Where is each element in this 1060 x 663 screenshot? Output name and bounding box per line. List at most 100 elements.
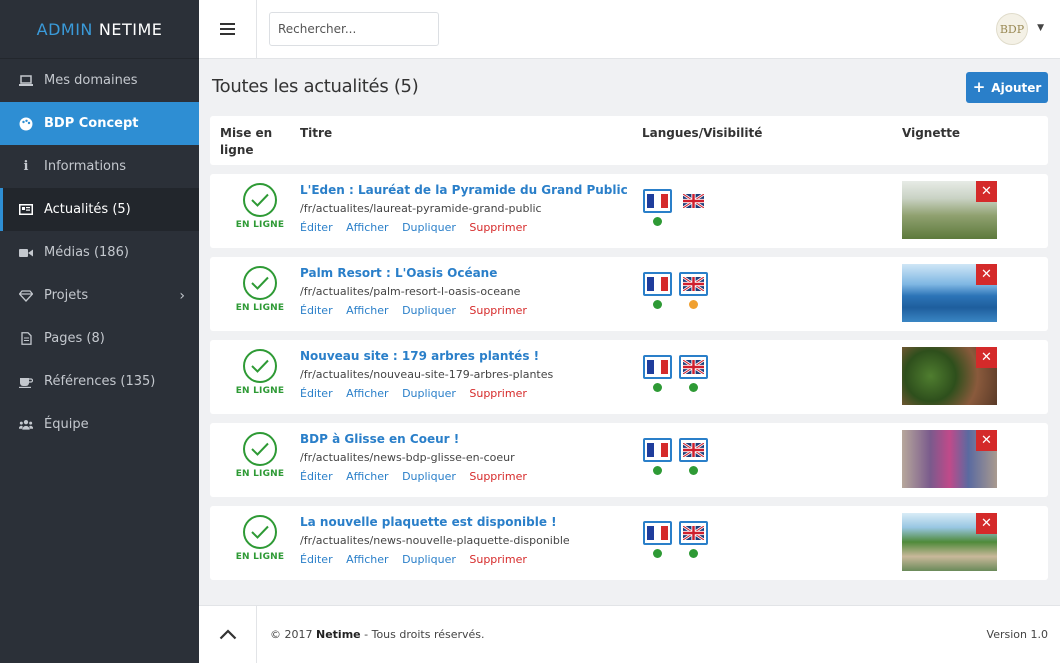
- lang-fr[interactable]: [643, 521, 672, 558]
- status-cell[interactable]: EN LIGNE: [210, 506, 310, 580]
- lang-en[interactable]: [679, 521, 708, 558]
- duplicate-link[interactable]: Dupliquer: [402, 553, 456, 566]
- flag-en-box[interactable]: [679, 272, 708, 296]
- lang-fr[interactable]: [643, 355, 672, 392]
- status-badge: EN LIGNE: [235, 303, 285, 313]
- delete-thumbnail-icon[interactable]: ✕: [976, 347, 997, 368]
- scroll-top-icon[interactable]: [199, 606, 257, 663]
- news-title-link[interactable]: Nouveau site : 179 arbres plantés !: [300, 349, 553, 363]
- language-flags: [643, 272, 708, 309]
- flag-fr-box[interactable]: [643, 521, 672, 545]
- duplicate-link[interactable]: Dupliquer: [402, 221, 456, 234]
- brand-part2: NETIME: [98, 19, 163, 39]
- delete-link[interactable]: Supprimer: [469, 553, 527, 566]
- visibility-dot-fr: [653, 466, 662, 475]
- edit-link[interactable]: Éditer: [300, 553, 333, 566]
- delete-thumbnail-icon[interactable]: ✕: [976, 181, 997, 202]
- news-path: /fr/actualites/laureat-pyramide-grand-pu…: [300, 202, 542, 215]
- check-circle-icon[interactable]: [243, 432, 277, 466]
- flag-en-box[interactable]: [679, 438, 708, 462]
- visibility-dot-fr: [653, 217, 662, 226]
- edit-link[interactable]: Éditer: [300, 304, 333, 317]
- view-link[interactable]: Afficher: [346, 387, 388, 400]
- sidebar-item-projets[interactable]: Projets ›: [0, 274, 199, 317]
- check-circle-icon[interactable]: [243, 349, 277, 383]
- check-circle-icon[interactable]: [243, 183, 277, 217]
- status-cell[interactable]: EN LIGNE: [210, 174, 310, 248]
- flag-fr-icon: [647, 194, 668, 208]
- sidebar-item-label: Équipe: [44, 417, 89, 432]
- check-circle-icon[interactable]: [243, 515, 277, 549]
- visibility-dot-fr: [653, 383, 662, 392]
- view-link[interactable]: Afficher: [346, 221, 388, 234]
- copyright-company[interactable]: Netime: [316, 628, 361, 641]
- duplicate-link[interactable]: Dupliquer: [402, 304, 456, 317]
- lang-fr[interactable]: [643, 272, 672, 309]
- search-input[interactable]: [269, 12, 439, 46]
- edit-link[interactable]: Éditer: [300, 470, 333, 483]
- lang-fr[interactable]: [643, 438, 672, 475]
- status-cell[interactable]: EN LIGNE: [210, 340, 310, 414]
- delete-link[interactable]: Supprimer: [469, 304, 527, 317]
- table-row: EN LIGNE L'Eden : Lauréat de la Pyramide…: [210, 174, 1048, 248]
- language-flags: [643, 189, 708, 226]
- status-cell[interactable]: EN LIGNE: [210, 257, 310, 331]
- sidebar-item-bdp-concept[interactable]: BDP Concept: [0, 102, 199, 145]
- news-title-link[interactable]: La nouvelle plaquette est disponible !: [300, 515, 570, 529]
- status-cell[interactable]: EN LIGNE: [210, 423, 310, 497]
- avatar[interactable]: BDP: [996, 13, 1028, 45]
- lang-fr[interactable]: [643, 189, 672, 226]
- sidebar-item-pages[interactable]: Pages (8): [0, 317, 199, 360]
- check-circle-icon[interactable]: [243, 266, 277, 300]
- sidebar-item-domains[interactable]: Mes domaines: [0, 59, 199, 102]
- news-title-link[interactable]: Palm Resort : L'Oasis Océane: [300, 266, 537, 280]
- brand-logo[interactable]: ADMIN NETIME: [0, 0, 199, 59]
- flag-fr-box[interactable]: [643, 189, 672, 213]
- flag-fr-box[interactable]: [643, 355, 672, 379]
- chevron-right-icon: ›: [179, 287, 185, 304]
- view-link[interactable]: Afficher: [346, 553, 388, 566]
- lang-en[interactable]: [679, 272, 708, 309]
- flag-fr-icon: [647, 443, 668, 457]
- flag-en-box[interactable]: [679, 189, 708, 213]
- delete-thumbnail-icon[interactable]: ✕: [976, 264, 997, 285]
- flag-en-box[interactable]: [679, 521, 708, 545]
- language-flags: [643, 438, 708, 475]
- sidebar-item-informations[interactable]: i Informations: [0, 145, 199, 188]
- sidebar-item-references[interactable]: Références (135): [0, 360, 199, 403]
- delete-thumbnail-icon[interactable]: ✕: [976, 513, 997, 534]
- view-link[interactable]: Afficher: [346, 470, 388, 483]
- flag-uk-icon: [683, 194, 704, 208]
- duplicate-link[interactable]: Dupliquer: [402, 470, 456, 483]
- flag-fr-box[interactable]: [643, 272, 672, 296]
- delete-link[interactable]: Supprimer: [469, 470, 527, 483]
- sidebar-item-equipe[interactable]: Équipe: [0, 403, 199, 446]
- table-row: EN LIGNE BDP à Glisse en Coeur ! /fr/act…: [210, 423, 1048, 497]
- view-link[interactable]: Afficher: [346, 304, 388, 317]
- chevron-down-icon[interactable]: ▼: [1037, 23, 1044, 33]
- add-button[interactable]: + Ajouter: [966, 72, 1048, 103]
- flag-fr-icon: [647, 526, 668, 540]
- sidebar-item-medias[interactable]: Médias (186): [0, 231, 199, 274]
- news-title-link[interactable]: BDP à Glisse en Coeur !: [300, 432, 537, 446]
- delete-thumbnail-icon[interactable]: ✕: [976, 430, 997, 451]
- duplicate-link[interactable]: Dupliquer: [402, 387, 456, 400]
- news-title-link[interactable]: L'Eden : Lauréat de la Pyramide du Grand…: [300, 183, 628, 197]
- info-icon: i: [23, 159, 29, 174]
- flag-fr-box[interactable]: [643, 438, 672, 462]
- lang-en[interactable]: [679, 355, 708, 392]
- flag-uk-icon: [683, 360, 704, 374]
- sidebar-item-label: Informations: [44, 159, 127, 174]
- copyright: © 2017 Netime - Tous droits réservés.: [270, 628, 485, 641]
- flag-fr-icon: [647, 360, 668, 374]
- lang-en[interactable]: [679, 189, 708, 226]
- sidebar-item-actualites[interactable]: Actualités (5): [0, 188, 199, 231]
- delete-link[interactable]: Supprimer: [469, 221, 527, 234]
- edit-link[interactable]: Éditer: [300, 221, 333, 234]
- flag-en-box[interactable]: [679, 355, 708, 379]
- lang-en[interactable]: [679, 438, 708, 475]
- edit-link[interactable]: Éditer: [300, 387, 333, 400]
- title-cell: L'Eden : Lauréat de la Pyramide du Grand…: [300, 183, 628, 234]
- menu-toggle-icon[interactable]: [199, 0, 257, 58]
- delete-link[interactable]: Supprimer: [469, 387, 527, 400]
